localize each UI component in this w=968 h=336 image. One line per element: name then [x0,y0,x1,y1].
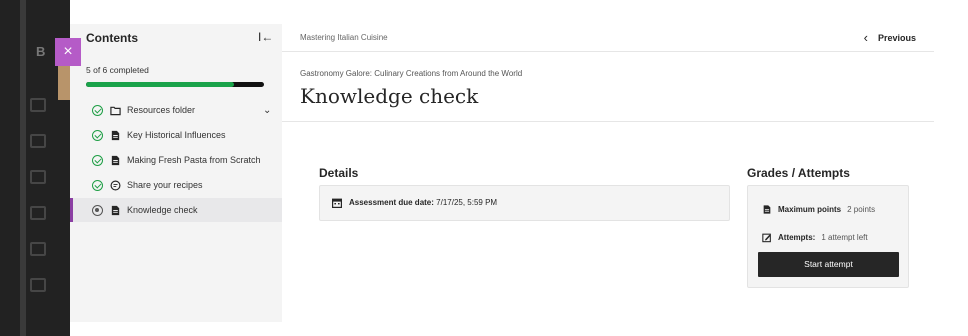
rail-divider [20,0,26,336]
due-date-value: 7/17/25, 5:59 PM [436,198,498,207]
progress-bar-fill [86,82,234,87]
rail-search-icon [30,98,46,112]
chevron-down-icon[interactable]: ⌄ [263,105,271,116]
folder-icon [110,106,121,115]
rail-thumbnail [58,60,70,100]
document-icon [111,130,120,140]
max-points-label: Maximum points [778,205,842,214]
sidebar-item-label: Resources folder [127,105,196,115]
document-icon [111,205,120,215]
completed-check-icon [92,154,103,166]
sidebar-item-resources-folder[interactable]: Resources folder ⌄ [70,98,282,122]
grades-panel: Maximum points 2 points Attempts: 1 atte… [747,185,909,288]
collapse-sidebar-icon[interactable]: I← [258,30,273,44]
completed-check-icon [92,129,103,141]
sidebar-item-knowledge-check[interactable]: Knowledge check [70,198,282,222]
document-icon [763,205,771,214]
start-attempt-button[interactable]: Start attempt [758,252,899,277]
previous-label: Previous [877,32,916,43]
in-progress-icon [92,204,103,216]
rail-mail-icon [30,242,46,256]
details-heading: Details [319,166,359,180]
sidebar-item-label: Making Fresh Pasta from Scratch [127,155,261,165]
sidebar-item-making-fresh-pasta[interactable]: Making Fresh Pasta from Scratch [70,148,282,172]
close-button[interactable]: × [55,38,81,66]
discussion-icon [110,180,121,190]
rail-logo: B [36,44,46,59]
details-panel: Assessment due date: 7/17/25, 5:59 PM [319,185,730,221]
sidebar-item-share-your-recipes[interactable]: Share your recipes [70,173,282,197]
attempts-row: Attempts: 1 attempt left [762,232,868,243]
contents-sidebar: Contents I← 5 of 6 completed Resources f… [70,24,282,322]
rail-book-icon [30,170,46,184]
rail-globe-icon [30,134,46,148]
due-date-text: Assessment due date: 7/17/25, 5:59 PM [349,198,497,207]
sidebar-title: Contents [86,31,138,45]
top-bar: Mastering Italian Cuisine ‹ Previous [282,24,934,52]
sidebar-item-label: Key Historical Influences [127,130,226,140]
completed-check-icon [92,179,103,191]
sidebar-item-label: Knowledge check [127,205,198,215]
panel-right-margin [934,24,968,336]
rail-grades-icon [30,278,46,292]
attempts-label: Attempts: [778,233,816,242]
attempts-value: 1 attempt left [821,233,868,242]
due-date-label: Assessment due date: [349,198,434,207]
page-subtitle: Gastronomy Galore: Culinary Creations fr… [300,69,523,78]
rail-calendar-icon [30,206,46,220]
panel-bottom [70,322,968,336]
progress-bar [86,82,264,87]
sidebar-item-key-historical-influences[interactable]: Key Historical Influences [70,123,282,147]
sidebar-item-label: Share your recipes [127,180,203,190]
previous-button[interactable]: ‹ Previous [864,30,916,45]
max-points-value: 2 points [847,205,876,214]
chevron-left-icon: ‹ [863,30,868,45]
progress-label: 5 of 6 completed [86,65,149,75]
course-name: Mastering Italian Cuisine [300,33,388,42]
attempts-edit-icon [762,233,771,243]
document-icon [111,155,120,165]
completed-check-icon [92,104,103,116]
page-title: Knowledge check [300,84,479,108]
page-header: Gastronomy Galore: Culinary Creations fr… [282,52,934,122]
calendar-icon [332,198,342,208]
max-points-row: Maximum points 2 points [762,204,875,215]
grades-heading: Grades / Attempts [747,166,850,180]
